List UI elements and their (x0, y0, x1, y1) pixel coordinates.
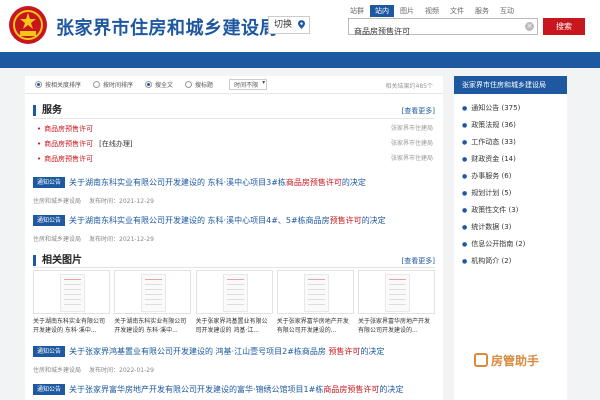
result-count: 相关结果约485个 (385, 83, 433, 90)
bullet-icon: ● (462, 258, 468, 265)
switch-label: 切换 (274, 20, 293, 30)
document-thumbnail[interactable] (358, 270, 435, 314)
news-title-link[interactable]: 通知公告 关于湖南东科实业有限公司开发建设的 东科·溪中心项目4#、5#栋商品房预… (33, 215, 435, 227)
radio-icon (93, 81, 101, 88)
tab-services[interactable]: 服务 (470, 5, 494, 17)
picture-caption[interactable]: 关于湖南东科实业有限公司开发建设的 东科·溪中... (33, 317, 110, 335)
watermark-logo: 房管助手 (474, 348, 566, 372)
radio-icon (145, 81, 153, 88)
picture-card[interactable]: 关于张家界鸿基置业有限公司开发建设的 鸿基·江... (195, 270, 273, 350)
housing-assistant-icon (474, 353, 488, 367)
sidebar-item-policies[interactable]: ● 政策法规 (36) (454, 117, 567, 134)
news-meta: 住房和城乡建设局 发布时间：2021-12-29 (33, 236, 154, 243)
bullet-icon: ● (462, 190, 468, 197)
bullet: • (37, 125, 42, 133)
service-section-title: 服务 (33, 105, 62, 116)
service-item[interactable]: • 商品房预售许可 张家界市住建局 (37, 123, 433, 135)
category-badge[interactable]: 通知公告 (33, 346, 66, 357)
document-thumbnail[interactable] (33, 270, 110, 314)
tab-videos[interactable]: 视频 (420, 5, 444, 17)
bullet-icon: ● (462, 156, 468, 163)
picture-caption[interactable]: 关于张家界富华房地产开发有限公司开发建设的... (277, 317, 354, 335)
site-header: 张家界市住房和城乡建设局 切换 站群 站内 图片 视频 文件 服务 互动 × 搜… (0, 0, 600, 52)
service-more-link[interactable]: [查看更多] (402, 106, 435, 116)
location-pin-icon (298, 20, 305, 29)
picture-card[interactable]: 关于张家界富华房地产开发有限公司开发建设的... (358, 270, 435, 350)
scope-fulltext-option[interactable]: 搜全文 (145, 80, 173, 89)
clear-search-icon[interactable]: × (525, 22, 534, 31)
divider (33, 267, 435, 268)
news-title-link[interactable]: 通知公告 关于张家界富华房地产开发有限公司开发建设的富华·锦绣公馆项目1#栋商品房… (33, 384, 435, 396)
sidebar-item-statistics[interactable]: ● 统计数据 (3) (454, 219, 567, 236)
search-button[interactable]: 搜索 (543, 18, 585, 35)
tab-images[interactable]: 图片 (395, 5, 419, 17)
pictures-section-title: 相关图片 (33, 255, 82, 266)
picture-card[interactable]: 关于张家界富华房地产开发有限公司开发建设的... (276, 270, 354, 350)
sort-time-option[interactable]: 按时间排序 (93, 80, 133, 89)
sort-relevance-option[interactable]: 按相关度排序 (35, 80, 81, 89)
document-thumbnail[interactable] (114, 270, 192, 314)
sidebar-item-plans[interactable]: ● 规划计划 (5) (454, 185, 567, 202)
tab-interaction[interactable]: 互动 (495, 5, 519, 17)
radio-icon (185, 81, 193, 88)
picture-card[interactable]: 关于湖南东科实业有限公司开发建设的 东科·溪中... (33, 270, 110, 350)
search-input[interactable] (349, 24, 519, 39)
sidebar-item-work-news[interactable]: ● 工作动态 (33) (454, 134, 567, 151)
document-thumbnail[interactable] (276, 270, 354, 314)
time-limit-select[interactable]: 时间不限 (229, 79, 268, 90)
bullet: • (37, 155, 42, 163)
search-scope-tabs: 站群 站内 图片 视频 文件 服务 互动 (345, 5, 520, 17)
bullet: • (37, 140, 42, 148)
bullet-icon: ● (462, 105, 468, 112)
sidebar-item-finance[interactable]: ● 财政资金 (14) (454, 151, 567, 168)
news-result: 通知公告 关于张家界富华房地产开发有限公司开发建设的富华·锦绣公馆项目1#栋商品房… (33, 384, 435, 396)
sidebar-item-disclosure-guide[interactable]: ● 信息公开指南 (2) (454, 236, 567, 253)
picture-grid: 关于湖南东科实业有限公司开发建设的 东科·溪中... 关于湖南东科实业有限公司开… (33, 270, 435, 350)
filter-bar: 按相关度排序 按时间排序 搜全文 搜标题 时间不限 相关结果约485个 (25, 76, 443, 94)
pictures-more-link[interactable]: [查看更多] (402, 256, 435, 266)
category-badge[interactable]: 通知公告 (33, 384, 66, 395)
sidebar-item-notices[interactable]: ● 通知公告 (375) (454, 100, 567, 117)
news-meta: 住房和城乡建设局 发布时间：2021-12-29 (33, 198, 154, 205)
search-box: × (348, 18, 538, 39)
service-item[interactable]: • 商品房预售许可 张家界市住建局 (37, 153, 433, 165)
sidebar-item-services[interactable]: ● 办事服务 (6) (454, 168, 567, 185)
news-result: 通知公告 关于张家界鸿基置业有限公司开发建设的 鸿基·江山壹号项目2#栋商品房 预… (33, 346, 435, 374)
picture-caption[interactable]: 关于张家界富华房地产开发有限公司开发建设的... (358, 317, 435, 335)
sidebar-item-policy-docs[interactable]: ● 政策性文件 (3) (454, 202, 567, 219)
bullet-icon: ● (462, 173, 468, 180)
category-badge[interactable]: 通知公告 (33, 177, 66, 188)
bullet-icon: ● (462, 207, 468, 214)
category-badge[interactable]: 通知公告 (33, 215, 66, 226)
sidebar-item-org-intro[interactable]: ● 机构简介 (2) (454, 253, 567, 270)
service-item[interactable]: • 商品房预售许可 [在线办理] 张家界市住建局 (37, 138, 433, 150)
news-title-link[interactable]: 通知公告 关于张家界鸿基置业有限公司开发建设的 鸿基·江山壹号项目2#栋商品房 预… (33, 346, 435, 358)
bullet-icon: ● (462, 224, 468, 231)
bullet-icon: ● (462, 122, 468, 129)
radio-icon (35, 81, 42, 88)
tab-files[interactable]: 文件 (445, 5, 469, 17)
tab-site-group[interactable]: 站群 (345, 5, 369, 17)
national-emblem-icon[interactable] (8, 5, 48, 45)
header-accent-bar (0, 52, 600, 68)
switch-site-button[interactable]: 切换 (268, 16, 310, 34)
site-title[interactable]: 张家界市住房和城乡建设局 (56, 14, 278, 40)
tab-in-site[interactable]: 站内 (370, 5, 394, 17)
picture-caption[interactable]: 关于湖南东科实业有限公司开发建设的 东科·溪中... (114, 317, 191, 335)
news-result: 通知公告 关于湖南东科实业有限公司开发建设的 东科·溪中心项目4#、5#栋商品房预… (33, 215, 435, 243)
divider (33, 118, 435, 119)
document-thumbnail[interactable] (195, 270, 273, 314)
picture-caption[interactable]: 关于张家界鸿基置业有限公司开发建设的 鸿基·江... (196, 317, 273, 335)
news-meta: 住房和城乡建设局 发布时间：2022-01-29 (33, 367, 154, 374)
news-title-link[interactable]: 通知公告 关于湖南东科实业有限公司开发建设的 东科·溪中心项目3#栋商品房预售许可… (33, 177, 435, 189)
sidebar-title: 张家界市住房和城乡建设局 (454, 76, 567, 94)
search-results-panel: 按相关度排序 按时间排序 搜全文 搜标题 时间不限 相关结果约485个 服务 [… (25, 76, 443, 400)
news-result: 通知公告 关于湖南东科实业有限公司开发建设的 东科·溪中心项目3#栋商品房预售许可… (33, 177, 435, 205)
picture-card[interactable]: 关于湖南东科实业有限公司开发建设的 东科·溪中... (114, 270, 192, 350)
scope-title-option[interactable]: 搜标题 (185, 80, 213, 89)
bullet-icon: ● (462, 241, 468, 248)
bullet-icon: ● (462, 139, 468, 146)
